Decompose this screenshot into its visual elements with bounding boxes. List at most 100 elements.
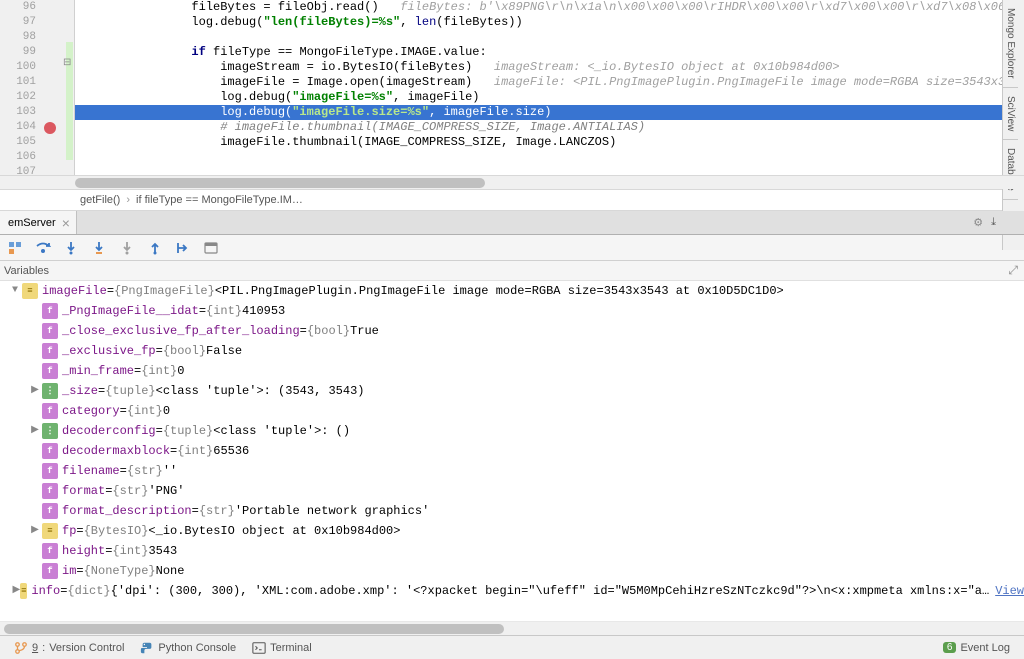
- expand-arrow-icon[interactable]: ▶: [28, 521, 42, 541]
- expand-arrow-icon[interactable]: ▶: [13, 581, 21, 601]
- variable-type: {str}: [199, 501, 235, 521]
- breadcrumb-item[interactable]: if fileType == MongoFileType.IM…: [136, 194, 303, 206]
- variable-name: imageFile: [42, 281, 107, 301]
- step-into-icon[interactable]: [60, 237, 82, 259]
- code-line[interactable]: log.debug("len(fileBytes)=%s", len(fileB…: [75, 15, 1024, 30]
- step-over-icon[interactable]: [32, 237, 54, 259]
- expand-panel-icon[interactable]: ⤢: [1008, 263, 1018, 278]
- view-link[interactable]: View: [995, 581, 1024, 601]
- variable-row[interactable]: f_PngImageFile__idat = {int} 410953: [0, 301, 1024, 321]
- code-line[interactable]: [75, 30, 1024, 45]
- event-count-badge: 6: [943, 642, 957, 653]
- variable-type-icon: f: [42, 503, 58, 519]
- line-number: 101: [0, 75, 36, 90]
- evaluate-expression-icon[interactable]: [200, 237, 222, 259]
- code-line[interactable]: imageStream = io.BytesIO(fileBytes) imag…: [75, 60, 1024, 75]
- chevron-right-icon: ›: [126, 194, 130, 206]
- variable-row[interactable]: ▶≡info = {dict} {'dpi': (300, 300), 'XML…: [0, 581, 1024, 601]
- expand-arrow-icon[interactable]: ▶: [28, 421, 42, 441]
- variable-row[interactable]: f_close_exclusive_fp_after_loading = {bo…: [0, 321, 1024, 341]
- variable-value: <PIL.PngImagePlugin.PngImageFile image m…: [215, 281, 784, 301]
- code-content[interactable]: fileBytes = fileObj.read() fileBytes: b'…: [75, 0, 1024, 175]
- line-number: 98: [0, 30, 36, 45]
- variable-row[interactable]: fdecodermaxblock = {int} 65536: [0, 441, 1024, 461]
- variable-type-icon: ≡: [20, 583, 27, 599]
- code-line[interactable]: [75, 150, 1024, 165]
- variables-hscroll[interactable]: [0, 621, 1024, 635]
- scroll-thumb[interactable]: [4, 624, 504, 634]
- code-line[interactable]: log.debug("imageFile=%s", imageFile): [75, 90, 1024, 105]
- code-line[interactable]: # imageFile.thumbnail(IMAGE_COMPRESS_SIZ…: [75, 120, 1024, 135]
- variable-row[interactable]: fcategory = {int} 0: [0, 401, 1024, 421]
- variable-name: format: [62, 481, 105, 501]
- expand-arrow-icon[interactable]: ▼: [8, 281, 22, 301]
- code-line[interactable]: imageFile.thumbnail(IMAGE_COMPRESS_SIZE,…: [75, 135, 1024, 150]
- variable-type-icon: ≡: [22, 283, 38, 299]
- code-line[interactable]: imageFile = Image.open(imageStream) imag…: [75, 75, 1024, 90]
- variable-row[interactable]: fformat_description = {str} 'Portable ne…: [0, 501, 1024, 521]
- version-control-tool[interactable]: 9: Version Control: [6, 636, 132, 659]
- close-icon[interactable]: ×: [62, 215, 70, 231]
- code-line[interactable]: log.debug("imageFile.size=%s", imageFile…: [75, 105, 1024, 120]
- variable-row[interactable]: ▶≡fp = {BytesIO} <_io.BytesIO object at …: [0, 521, 1024, 541]
- variable-name: _close_exclusive_fp_after_loading: [62, 321, 300, 341]
- terminal-icon: [252, 641, 266, 655]
- variable-row[interactable]: f_exclusive_fp = {bool} False: [0, 341, 1024, 361]
- variable-value: 0: [163, 401, 170, 421]
- code-line[interactable]: if fileType == MongoFileType.IMAGE.value…: [75, 45, 1024, 60]
- variable-value: {'dpi': (300, 300), 'XML:com.adobe.xmp':…: [111, 581, 990, 601]
- step-into-my-code-icon[interactable]: [88, 237, 110, 259]
- tab-label: emServer: [8, 217, 56, 229]
- side-tab-sciview[interactable]: SciView: [1003, 88, 1018, 140]
- event-log-tool[interactable]: 6 Event Log: [935, 636, 1018, 659]
- variables-panel-header: Variables ⤢: [0, 261, 1024, 281]
- side-tab-database[interactable]: Database: [1003, 140, 1018, 200]
- variable-type: {dict}: [67, 581, 110, 601]
- code-line[interactable]: fileBytes = fileObj.read() fileBytes: b'…: [75, 0, 1024, 15]
- breakpoint-marker[interactable]: [44, 122, 56, 134]
- variable-type: {bool}: [307, 321, 350, 341]
- variable-type-icon: ⋮: [42, 383, 58, 399]
- scroll-thumb[interactable]: [75, 178, 485, 188]
- terminal-tool[interactable]: Terminal: [244, 636, 320, 659]
- python-icon: [140, 641, 154, 655]
- variables-panel[interactable]: ▼≡imageFile = {PngImageFile} <PIL.PngIma…: [0, 281, 1024, 621]
- variable-row[interactable]: fheight = {int} 3543: [0, 541, 1024, 561]
- editor-hscroll[interactable]: [0, 175, 1024, 189]
- variable-name: fp: [62, 521, 76, 541]
- debug-tab[interactable]: emServer ×: [0, 211, 77, 234]
- fold-icon[interactable]: ⊟: [63, 57, 75, 69]
- step-out-icon[interactable]: [144, 237, 166, 259]
- status-bar: 9: Version Control Python Console Termin…: [0, 635, 1024, 659]
- force-step-into-icon[interactable]: [116, 237, 138, 259]
- variable-name: info: [31, 581, 60, 601]
- restore-layout-icon[interactable]: [4, 237, 26, 259]
- debug-tab-bar: emServer × ⚙ ⤓: [0, 211, 1024, 235]
- line-number: 103: [0, 105, 36, 120]
- variable-type: {tuple}: [163, 421, 213, 441]
- variable-type-icon: f: [42, 483, 58, 499]
- editor-gutter: 96979899100101102103104105106107 ⊟: [0, 0, 75, 175]
- variable-row[interactable]: ffilename = {str} '': [0, 461, 1024, 481]
- variable-row[interactable]: ▼≡imageFile = {PngImageFile} <PIL.PngIma…: [0, 281, 1024, 301]
- variable-name: im: [62, 561, 76, 581]
- variable-type: {int}: [141, 361, 177, 381]
- variable-type: {str}: [127, 461, 163, 481]
- code-editor[interactable]: 96979899100101102103104105106107 ⊟ fileB…: [0, 0, 1024, 175]
- variable-type-icon: f: [42, 363, 58, 379]
- variable-type-icon: f: [42, 323, 58, 339]
- variable-row[interactable]: ▶⋮decoderconfig = {tuple} <class 'tuple'…: [0, 421, 1024, 441]
- variable-row[interactable]: fformat = {str} 'PNG': [0, 481, 1024, 501]
- variable-row[interactable]: ▶⋮_size = {tuple} <class 'tuple'>: (3543…: [0, 381, 1024, 401]
- variable-type: {str}: [112, 481, 148, 501]
- variable-row[interactable]: f_min_frame = {int} 0: [0, 361, 1024, 381]
- run-to-cursor-icon[interactable]: [172, 237, 194, 259]
- side-tab-mongo[interactable]: Mongo Explorer: [1003, 0, 1018, 88]
- download-icon[interactable]: ⤓: [991, 216, 996, 229]
- variable-row[interactable]: fim = {NoneType} None: [0, 561, 1024, 581]
- python-console-tool[interactable]: Python Console: [132, 636, 244, 659]
- variable-value: False: [206, 341, 242, 361]
- expand-arrow-icon[interactable]: ▶: [28, 381, 42, 401]
- gear-icon[interactable]: ⚙: [973, 216, 983, 229]
- breadcrumb-item[interactable]: getFile(): [80, 194, 120, 206]
